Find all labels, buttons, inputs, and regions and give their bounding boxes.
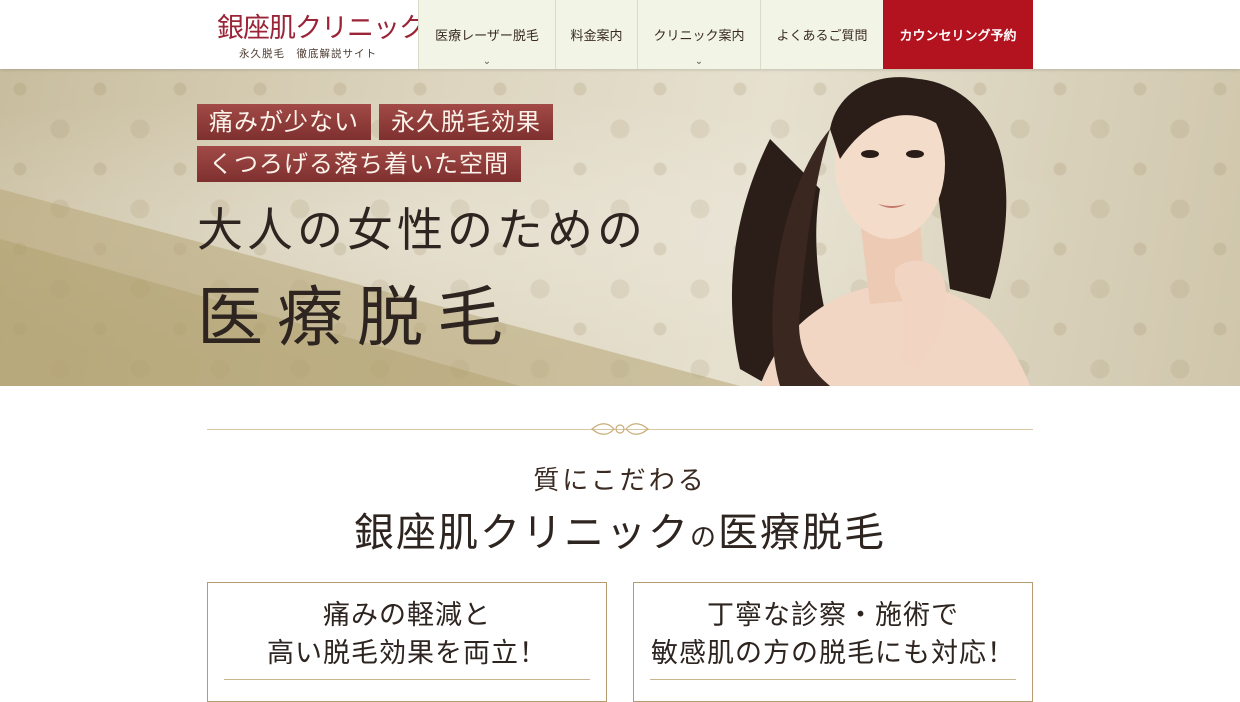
nav-item-label: よくあるご質問 [776, 29, 868, 44]
feature-card-line: 敏感肌の方の脱毛にも対応！ [651, 638, 1015, 669]
nav-item-label: クリニック案内 [653, 29, 745, 44]
hero-tags-row-2: くつろげる落ち着いた空間 [197, 146, 521, 182]
logo-subtitle: 永久脱毛 徹底解説サイト [239, 48, 377, 60]
cta-label: カウンセリング予約 [899, 29, 1017, 44]
hero-tag: 永久脱毛効果 [379, 104, 553, 140]
counseling-reserve-button[interactable]: カウンセリング予約 [883, 0, 1033, 69]
hero-tag: 痛みが少ない [197, 104, 371, 140]
feature-card: 痛みの軽減と 高い脱毛効果を両立！ [207, 582, 607, 702]
feature-card-line: 高い脱毛効果を両立！ [267, 638, 547, 669]
feature-card-line: 丁寧な診察・施術で [707, 600, 959, 631]
chevron-down-icon: ⌄ [482, 56, 492, 67]
hero-tag: くつろげる落ち着いた空間 [197, 146, 521, 182]
chevron-down-icon: ⌄ [694, 56, 704, 67]
section-title-particle: の [689, 523, 718, 553]
nav-item-laser[interactable]: 医療レーザー脱毛 ⌄ [418, 0, 555, 69]
site-logo[interactable]: 銀座肌クリニック 永久脱毛 徹底解説サイト [207, 6, 426, 66]
section-title: 銀座肌クリニックの医療脱毛 [0, 500, 1240, 558]
feature-card: 丁寧な診察・施術で 敏感肌の方の脱毛にも対応！ [633, 582, 1033, 702]
nav-item-label: 医療レーザー脱毛 [435, 29, 539, 44]
feature-card-line: 痛みの軽減と [323, 600, 491, 631]
nav-item-clinic[interactable]: クリニック案内 ⌄ [637, 0, 760, 69]
nav-item-label: 料金案内 [570, 29, 623, 44]
hero-tags-row-1: 痛みが少ない 永久脱毛効果 [197, 104, 553, 140]
main-nav: 医療レーザー脱毛 ⌄ 料金案内 クリニック案内 ⌄ よくあるご質問 カウンセリン… [418, 0, 1033, 69]
ornament-icon [591, 423, 649, 435]
section-subtitle: 質にこだわる [533, 466, 707, 496]
logo-title: 銀座肌クリニック [217, 13, 426, 44]
site-header: 銀座肌クリニック 永久脱毛 徹底解説サイト 医療レーザー脱毛 ⌄ 料金案内 クリ… [0, 0, 1240, 69]
nav-item-price[interactable]: 料金案内 [555, 0, 637, 69]
section-title-service: 医療脱毛 [718, 510, 886, 556]
hero-headline-main: 医療脱毛 [197, 279, 517, 356]
hero-banner: 痛みが少ない 永久脱毛効果 くつろげる落ち着いた空間 大人の女性のための 医療脱… [0, 69, 1240, 386]
woman-portrait-image [731, 77, 1030, 386]
hero-headline-sub: 大人の女性のための [197, 203, 647, 257]
nav-item-faq[interactable]: よくあるご質問 [760, 0, 883, 69]
section-title-clinic: 銀座肌クリニック [353, 510, 690, 556]
